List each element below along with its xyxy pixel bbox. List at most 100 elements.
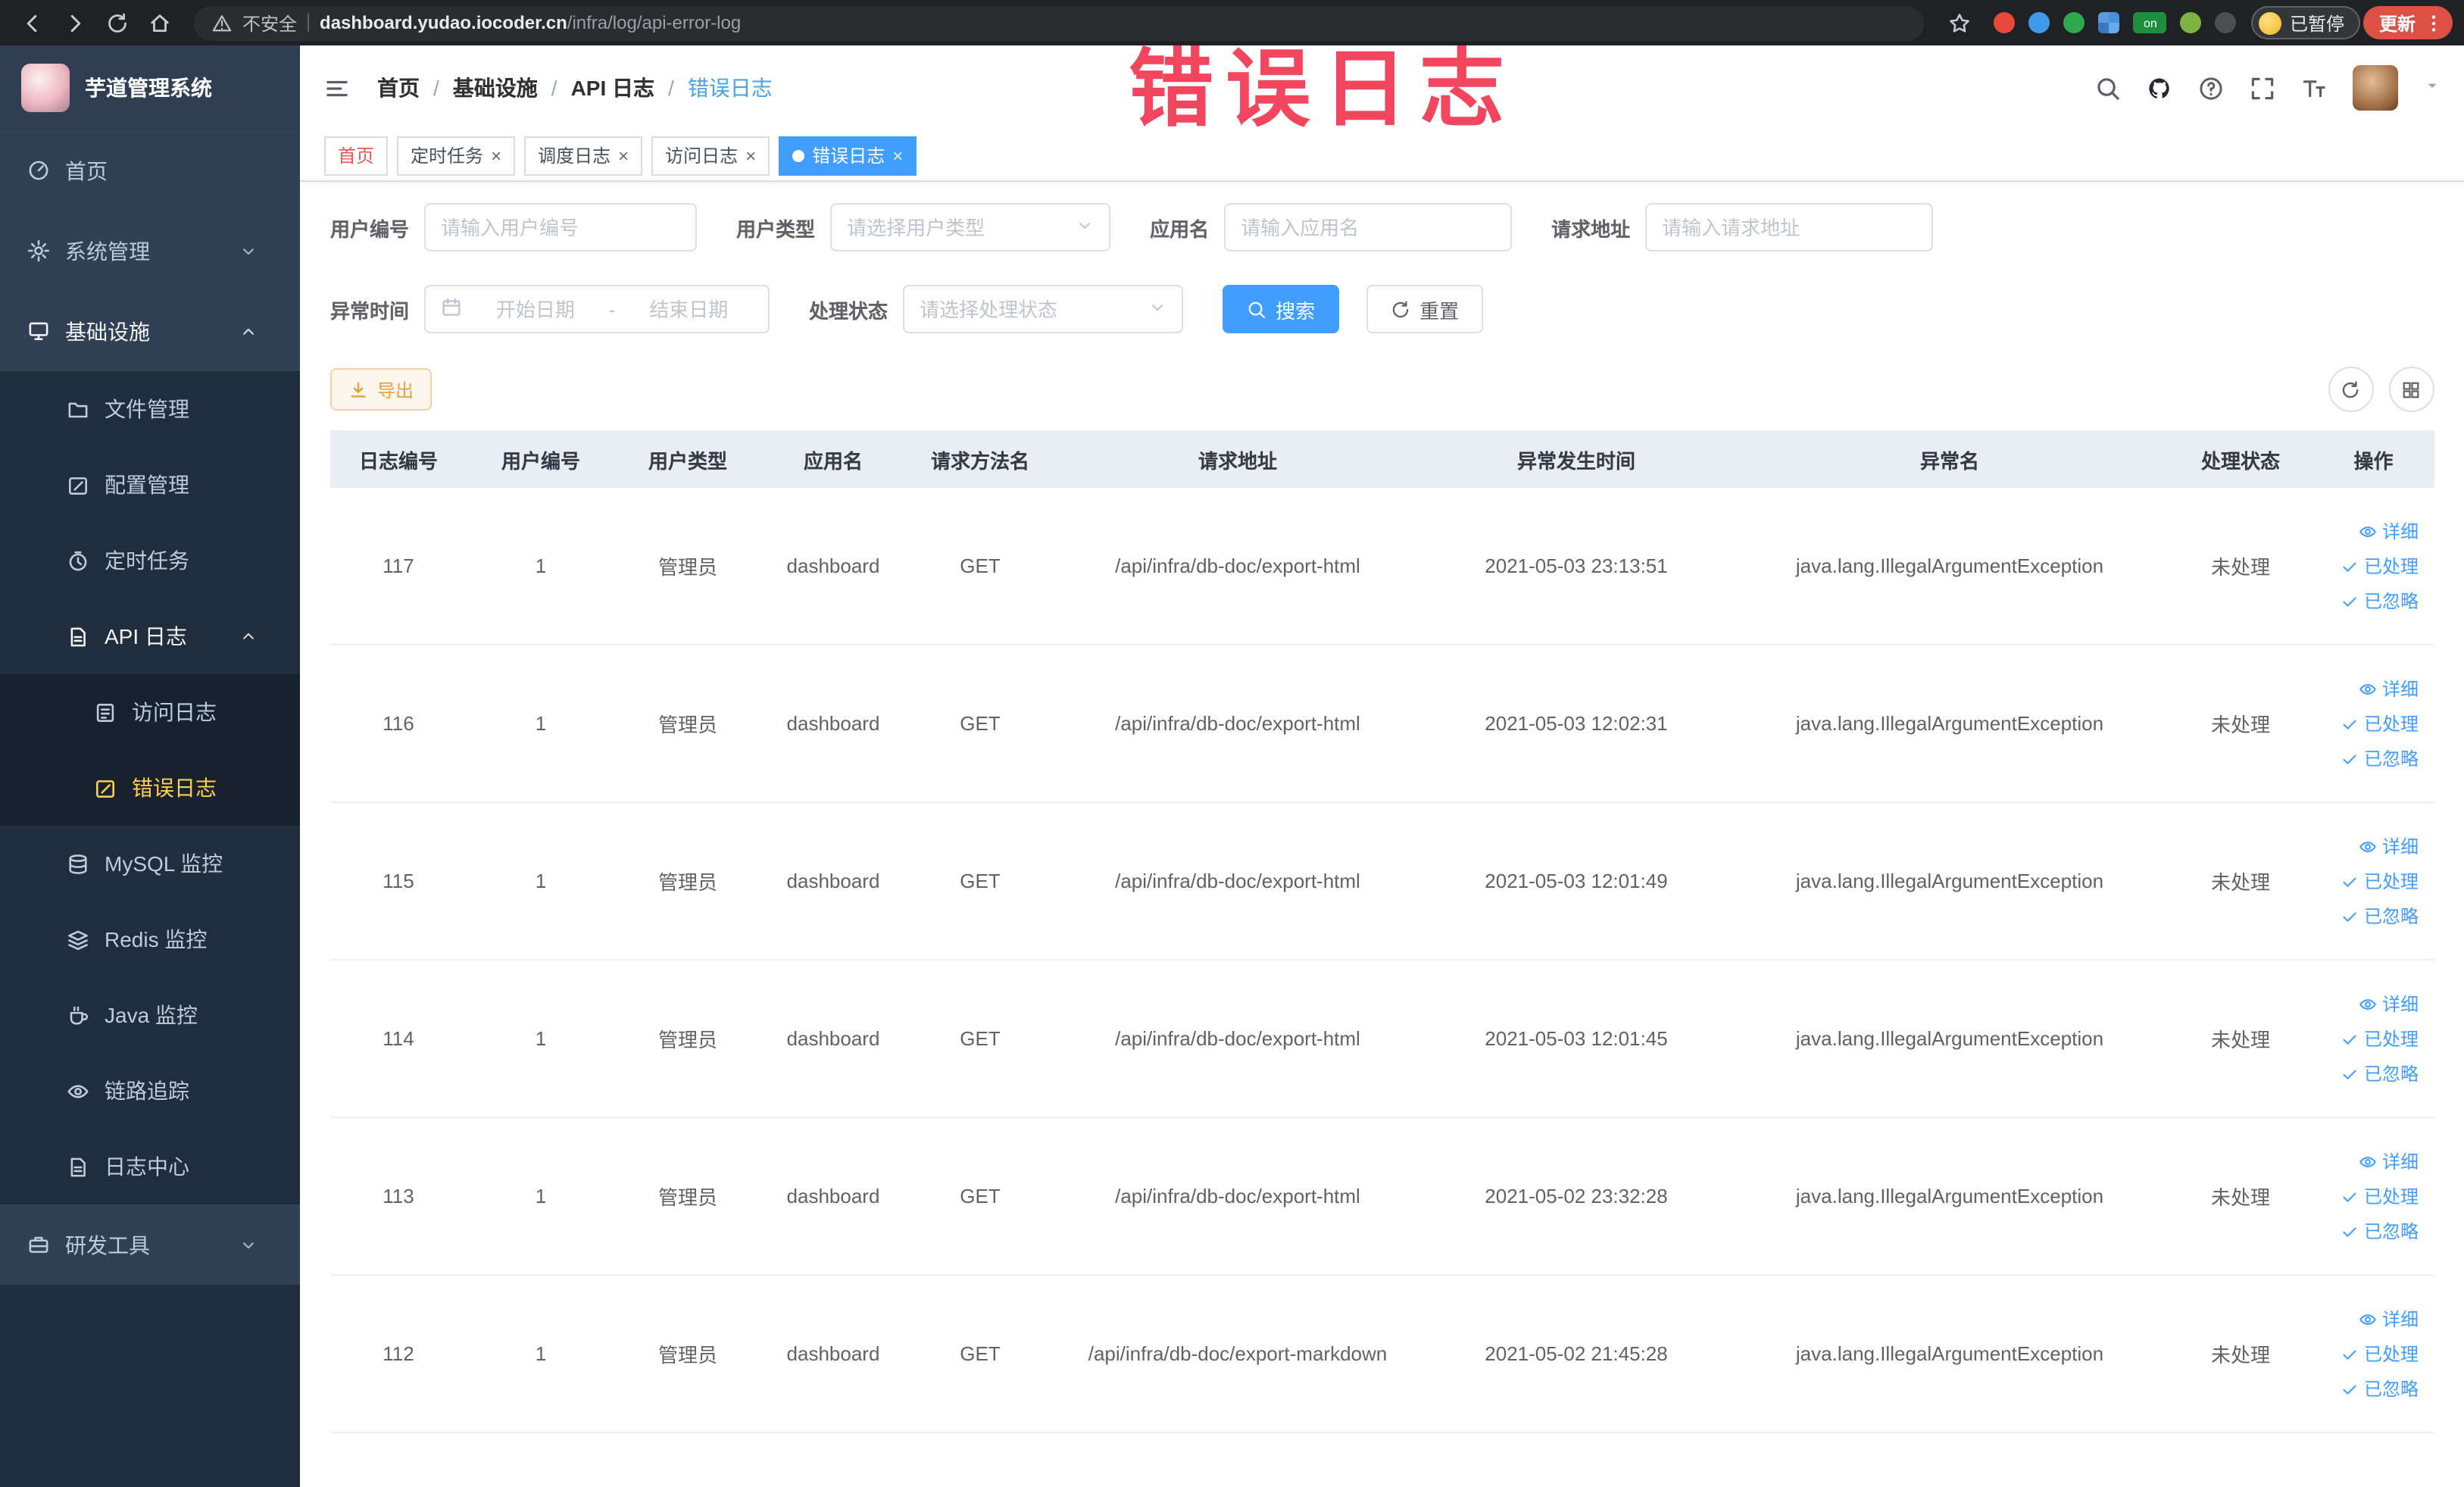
extension-icon-3[interactable] bbox=[2063, 12, 2085, 33]
refresh-button[interactable] bbox=[2328, 367, 2373, 412]
avatar-caret-down-icon[interactable] bbox=[2423, 77, 2440, 98]
sidebar-item-12[interactable]: 链路追踪 bbox=[0, 1053, 300, 1129]
user-avatar[interactable] bbox=[2352, 65, 2397, 111]
action-2-button[interactable]: 已忽略 bbox=[2341, 588, 2419, 614]
text-input[interactable] bbox=[1662, 216, 1917, 239]
action-1-button[interactable]: 已处理 bbox=[2341, 868, 2419, 894]
profile-paused-button[interactable]: 已暂停 bbox=[2251, 6, 2361, 39]
start-date-input[interactable] bbox=[471, 298, 600, 320]
action-2-button[interactable]: 已忽略 bbox=[2341, 1061, 2419, 1086]
action-label: 已忽略 bbox=[2363, 591, 2419, 612]
end-date-input[interactable] bbox=[624, 298, 754, 320]
filter-select-1[interactable] bbox=[830, 203, 1111, 251]
sidebar-item-11[interactable]: Java 监控 bbox=[0, 977, 300, 1053]
action-0-button[interactable]: 详细 bbox=[2359, 1148, 2419, 1174]
check-icon bbox=[2341, 592, 2359, 610]
extension-icon-4[interactable] bbox=[2098, 12, 2120, 33]
action-1-button[interactable]: 已处理 bbox=[2341, 1183, 2419, 1209]
browser-home-icon[interactable] bbox=[139, 5, 179, 41]
sidebar-item-0[interactable]: 首页 bbox=[0, 130, 300, 211]
sidebar-item-8[interactable]: 错误日志 bbox=[0, 750, 300, 826]
sidebar-item-9[interactable]: MySQL 监控 bbox=[0, 826, 300, 901]
filter-group-5: 处理状态 bbox=[809, 285, 1184, 333]
action-label: 已忽略 bbox=[2363, 1064, 2419, 1085]
tab-close-icon[interactable]: × bbox=[491, 146, 501, 164]
date-range-picker[interactable]: - bbox=[424, 285, 770, 333]
tab-label: 错误日志 bbox=[812, 145, 885, 167]
breadcrumb-item-0[interactable]: 首页 bbox=[377, 73, 420, 103]
browser-forward-icon[interactable] bbox=[55, 5, 94, 41]
search-button[interactable]: 搜索 bbox=[1223, 285, 1340, 333]
tab-0[interactable]: 首页 bbox=[324, 136, 389, 175]
filter-input-3[interactable] bbox=[1645, 203, 1934, 251]
filter-select-5[interactable] bbox=[903, 285, 1184, 333]
reset-button[interactable]: 重置 bbox=[1366, 285, 1484, 333]
extension-icon-6[interactable] bbox=[2180, 12, 2202, 33]
action-2-button[interactable]: 已忽略 bbox=[2341, 903, 2419, 929]
extension-on-badge-icon[interactable]: on bbox=[2133, 12, 2167, 33]
action-label: 已忽略 bbox=[2363, 748, 2419, 770]
browser-menu-icon[interactable] bbox=[2423, 13, 2443, 33]
text-input[interactable] bbox=[441, 216, 681, 239]
sidebar-item-13[interactable]: 日志中心 bbox=[0, 1129, 300, 1204]
sidebar-item-3[interactable]: 文件管理 bbox=[0, 371, 300, 447]
browser-back-icon[interactable] bbox=[12, 5, 52, 41]
bookmark-star-icon[interactable] bbox=[1940, 5, 1979, 41]
tab-2[interactable]: 调度日志 × bbox=[524, 136, 643, 175]
tab-3[interactable]: 访问日志 × bbox=[651, 136, 770, 175]
export-button[interactable]: 导出 bbox=[330, 368, 433, 411]
sidebar: 芋道管理系统 首页 系统管理 基础设施 文件管理 配置管理 定时任务 API 日志 访问日志错… bbox=[0, 45, 300, 1487]
page-url[interactable]: dashboard.yudao.iocoder.cn/infra/log/api… bbox=[320, 12, 741, 33]
tab-close-icon[interactable]: × bbox=[745, 146, 756, 164]
row-actions: 详细已处理已忽略 bbox=[2313, 518, 2434, 614]
filter-input-2[interactable] bbox=[1224, 203, 1513, 251]
action-1-button[interactable]: 已处理 bbox=[2341, 553, 2419, 579]
fullscreen-icon[interactable] bbox=[2249, 75, 2275, 101]
browser-reload-icon[interactable] bbox=[97, 5, 136, 41]
sidebar-item-10[interactable]: Redis 监控 bbox=[0, 901, 300, 977]
tab-1[interactable]: 定时任务 × bbox=[397, 136, 516, 175]
filter-label: 用户类型 bbox=[736, 217, 816, 240]
font-size-icon[interactable] bbox=[2300, 75, 2326, 101]
sidebar-item-7[interactable]: 访问日志 bbox=[0, 674, 300, 750]
filter-input-0[interactable] bbox=[424, 203, 698, 251]
browser-update-button[interactable]: 更新 bbox=[2363, 6, 2452, 39]
action-2-button[interactable]: 已忽略 bbox=[2341, 1376, 2419, 1401]
action-0-button[interactable]: 详细 bbox=[2359, 676, 2419, 701]
action-2-button[interactable]: 已忽略 bbox=[2341, 1218, 2419, 1244]
tab-close-icon[interactable]: × bbox=[892, 146, 903, 164]
sidebar-item-1[interactable]: 系统管理 bbox=[0, 211, 300, 291]
tab-4[interactable]: 错误日志 × bbox=[779, 136, 917, 175]
security-label[interactable]: 不安全 bbox=[242, 10, 297, 36]
breadcrumb-item-1[interactable]: 基础设施 bbox=[453, 73, 538, 103]
action-1-button[interactable]: 已处理 bbox=[2341, 1341, 2419, 1367]
select-value[interactable] bbox=[920, 298, 1140, 320]
help-icon[interactable] bbox=[2197, 75, 2223, 101]
github-icon[interactable] bbox=[2146, 75, 2172, 101]
app-logo[interactable]: 芋道管理系统 bbox=[0, 45, 300, 130]
extension-icon-7[interactable] bbox=[2215, 12, 2237, 33]
action-0-button[interactable]: 详细 bbox=[2359, 833, 2419, 859]
sidebar-item-14[interactable]: 研发工具 bbox=[0, 1204, 300, 1285]
action-2-button[interactable]: 已忽略 bbox=[2341, 745, 2419, 771]
sidebar-item-4[interactable]: 配置管理 bbox=[0, 447, 300, 523]
sidebar-item-5[interactable]: 定时任务 bbox=[0, 523, 300, 598]
select-value[interactable] bbox=[847, 216, 1067, 239]
action-1-button[interactable]: 已处理 bbox=[2341, 1026, 2419, 1051]
cell-6: 2021-05-03 12:01:49 bbox=[1485, 870, 1668, 892]
text-input[interactable] bbox=[1241, 216, 1496, 239]
extension-icon-1[interactable] bbox=[1994, 12, 2016, 33]
address-bar[interactable]: 不安全 dashboard.yudao.iocoder.cn/infra/log… bbox=[194, 5, 1925, 40]
action-0-button[interactable]: 详细 bbox=[2359, 518, 2419, 544]
tab-close-icon[interactable]: × bbox=[618, 146, 629, 164]
action-1-button[interactable]: 已处理 bbox=[2341, 711, 2419, 736]
sidebar-toggle-button[interactable] bbox=[324, 75, 350, 101]
action-0-button[interactable]: 详细 bbox=[2359, 991, 2419, 1017]
sidebar-item-2[interactable]: 基础设施 bbox=[0, 291, 300, 371]
extension-icon-2[interactable] bbox=[2028, 12, 2050, 33]
sidebar-item-6[interactable]: API 日志 bbox=[0, 598, 300, 674]
breadcrumb-item-2[interactable]: API 日志 bbox=[571, 73, 654, 103]
column-settings-button[interactable] bbox=[2388, 367, 2434, 412]
action-0-button[interactable]: 详细 bbox=[2359, 1306, 2419, 1332]
search-icon[interactable] bbox=[2094, 75, 2120, 101]
